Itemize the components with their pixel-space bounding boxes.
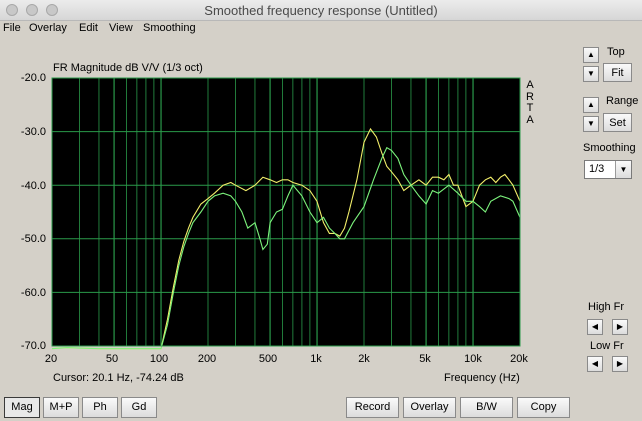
x-tick-label: 200: [197, 353, 217, 365]
plot-frame: [51, 77, 521, 347]
low-fr-left-button[interactable]: ◀: [587, 356, 603, 372]
range-down-button[interactable]: ▼: [583, 116, 599, 132]
plot-grid: [51, 77, 521, 347]
top-label: Top: [607, 46, 625, 58]
menu-smoothing[interactable]: Smoothing: [143, 22, 196, 34]
x-axis-title: Frequency (Hz): [444, 372, 520, 384]
x-tick-label: 1k: [310, 353, 322, 365]
menu-file[interactable]: File: [3, 22, 21, 34]
x-tick-label: 20: [44, 353, 58, 365]
smoothing-value: 1/3: [589, 163, 605, 175]
group-delay-button[interactable]: Gd: [121, 397, 157, 418]
y-tick-label: -40.0: [20, 180, 46, 192]
range-label: Range: [606, 95, 639, 107]
bw-button[interactable]: B/W: [460, 397, 513, 418]
low-fr-label: Low Fr: [590, 340, 624, 352]
record-button[interactable]: Record: [346, 397, 399, 418]
x-tick-label: 50: [105, 353, 119, 365]
top-down-button[interactable]: ▼: [583, 66, 599, 82]
smoothing-label: Smoothing: [583, 142, 636, 154]
set-button[interactable]: Set: [603, 113, 632, 132]
high-fr-left-button[interactable]: ◀: [587, 319, 603, 335]
mag-phase-button[interactable]: M+P: [43, 397, 79, 418]
y-tick-label: -50.0: [20, 233, 46, 245]
high-fr-right-button[interactable]: ▶: [612, 319, 628, 335]
chevron-down-icon[interactable]: ▼: [615, 161, 631, 178]
arta-label: A R T A: [526, 79, 534, 126]
x-tick-label: 5k: [419, 353, 431, 365]
low-fr-right-button[interactable]: ▶: [612, 356, 628, 372]
y-tick-label: -60.0: [20, 287, 46, 299]
x-tick-label: 500: [258, 353, 278, 365]
cursor-readout: Cursor: 20.1 Hz, -74.24 dB: [53, 372, 184, 384]
plot-curves: [51, 77, 521, 350]
fit-button[interactable]: Fit: [603, 63, 632, 82]
top-up-button[interactable]: ▲: [583, 47, 599, 63]
x-tick-label: 20k: [510, 353, 528, 365]
overlay-button[interactable]: Overlay: [403, 397, 456, 418]
x-tick-label: 2k: [358, 353, 370, 365]
menu-overlay[interactable]: Overlay: [29, 22, 67, 34]
window-title: Smoothed frequency response (Untitled): [204, 3, 438, 18]
plot-area[interactable]: [52, 78, 520, 346]
title-bar: Smoothed frequency response (Untitled): [0, 0, 642, 21]
x-tick-label: 100: [149, 353, 169, 365]
y-tick-label: -30.0: [20, 126, 46, 138]
menu-bar: File Overlay Edit View Smoothing: [0, 20, 642, 38]
range-up-button[interactable]: ▲: [583, 97, 599, 113]
x-tick-label: 10k: [464, 353, 482, 365]
phase-button[interactable]: Ph: [82, 397, 118, 418]
mag-button[interactable]: Mag: [4, 397, 40, 418]
menu-view[interactable]: View: [109, 22, 133, 34]
bottom-toolbar: Mag M+P Ph Gd Record Overlay B/W Copy: [0, 394, 642, 421]
series-line-1: [51, 127, 521, 350]
series-line-2: [51, 146, 521, 350]
smoothing-select[interactable]: 1/3 ▼: [584, 160, 632, 179]
menu-edit[interactable]: Edit: [79, 22, 98, 34]
y-tick-label: -70.0: [20, 340, 46, 352]
plot-heading: FR Magnitude dB V/V (1/3 oct): [53, 62, 203, 74]
y-tick-label: -20.0: [20, 72, 46, 84]
copy-button[interactable]: Copy: [517, 397, 570, 418]
high-fr-label: High Fr: [588, 301, 625, 313]
